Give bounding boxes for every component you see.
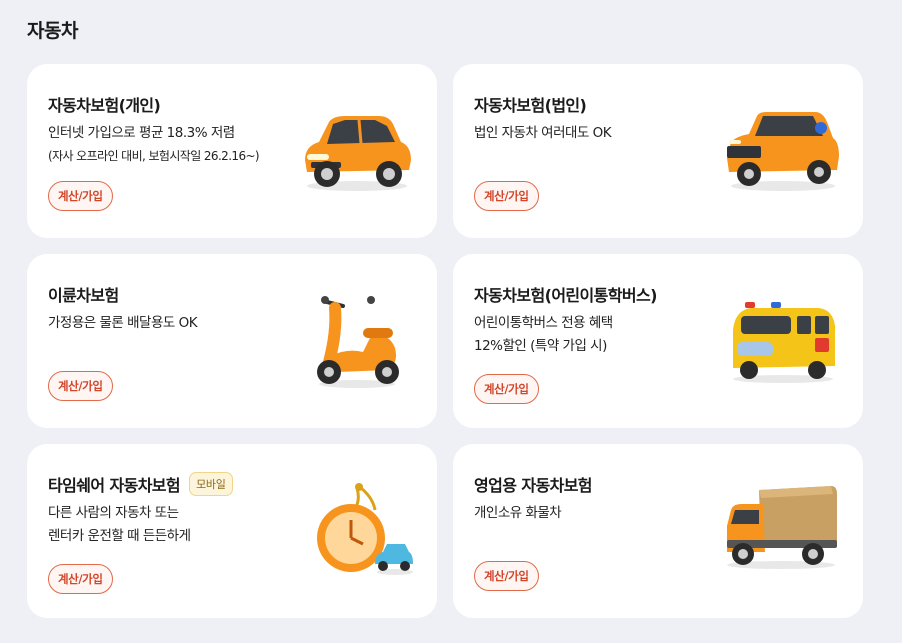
calculate-join-button[interactable]: 계산/가입 <box>48 564 113 594</box>
orange-suv-icon <box>727 112 839 191</box>
description-line: (자사 오프라인 대비, 보험시작일 26.2.16~) <box>48 149 260 163</box>
pocket-watch-car-icon <box>317 483 413 575</box>
card-description: 법인 자동차 여러대도 OK <box>474 122 612 145</box>
section-title: 자동차 <box>27 20 78 42</box>
card-title: 자동차보험(어린이통학버스) <box>474 286 657 305</box>
description-line: 12%할인 (특약 가입 시) <box>474 338 607 354</box>
card-description: 인터넷 가입으로 평균 18.3% 저렴 (자사 오프라인 대비, 보험시작일 … <box>48 122 260 168</box>
description-line: 어린이통학버스 전용 혜택 <box>474 315 613 331</box>
calculate-join-button[interactable]: 계산/가입 <box>474 181 539 211</box>
orange-car-icon <box>305 116 411 191</box>
card-description: 어린이통학버스 전용 혜택 12%할인 (특약 가입 시) <box>474 312 613 358</box>
mobile-badge: 모바일 <box>189 472 233 496</box>
scooter-icon <box>317 296 399 388</box>
card-description: 개인소유 화물차 <box>474 502 562 525</box>
card-title: 영업용 자동차보험 <box>474 476 593 495</box>
card-title: 이륜차보험 <box>48 286 119 305</box>
description-line: 가정용은 물론 배달용도 OK <box>48 315 198 331</box>
cargo-truck-icon <box>727 486 837 569</box>
card-school-bus[interactable]: 자동차보험(어린이통학버스) 어린이통학버스 전용 혜택 12%할인 (특약 가… <box>453 254 863 428</box>
card-description: 다른 사람의 자동차 또는 렌터카 운전할 때 든든하게 <box>48 502 191 548</box>
card-title: 자동차보험(법인) <box>474 96 587 115</box>
card-commercial[interactable]: 영업용 자동차보험 개인소유 화물차 계산/가입 <box>453 444 863 618</box>
description-line: 법인 자동차 여러대도 OK <box>474 125 612 141</box>
card-title-text: 타임쉐어 자동차보험 <box>48 476 181 495</box>
card-auto-corporate[interactable]: 자동차보험(법인) 법인 자동차 여러대도 OK 계산/가입 <box>453 64 863 238</box>
description-line: 렌터카 운전할 때 든든하게 <box>48 528 191 544</box>
card-motorcycle[interactable]: 이륜차보험 가정용은 물론 배달용도 OK 계산/가입 <box>27 254 437 428</box>
calculate-join-button[interactable]: 계산/가입 <box>474 374 539 404</box>
description-line: 다른 사람의 자동차 또는 <box>48 505 179 521</box>
card-title: 타임쉐어 자동차보험 모바일 <box>48 472 233 496</box>
card-auto-personal[interactable]: 자동차보험(개인) 인터넷 가입으로 평균 18.3% 저렴 (자사 오프라인 … <box>27 64 437 238</box>
description-line: 인터넷 가입으로 평균 18.3% 저렴 <box>48 125 235 141</box>
card-timeshare[interactable]: 타임쉐어 자동차보험 모바일 다른 사람의 자동차 또는 렌터카 운전할 때 든… <box>27 444 437 618</box>
card-description: 가정용은 물론 배달용도 OK <box>48 312 198 335</box>
calculate-join-button[interactable]: 계산/가입 <box>48 371 113 401</box>
school-bus-icon <box>733 302 835 383</box>
description-line: 개인소유 화물차 <box>474 505 562 521</box>
calculate-join-button[interactable]: 계산/가입 <box>474 561 539 591</box>
calculate-join-button[interactable]: 계산/가입 <box>48 181 113 211</box>
card-title: 자동차보험(개인) <box>48 96 161 115</box>
